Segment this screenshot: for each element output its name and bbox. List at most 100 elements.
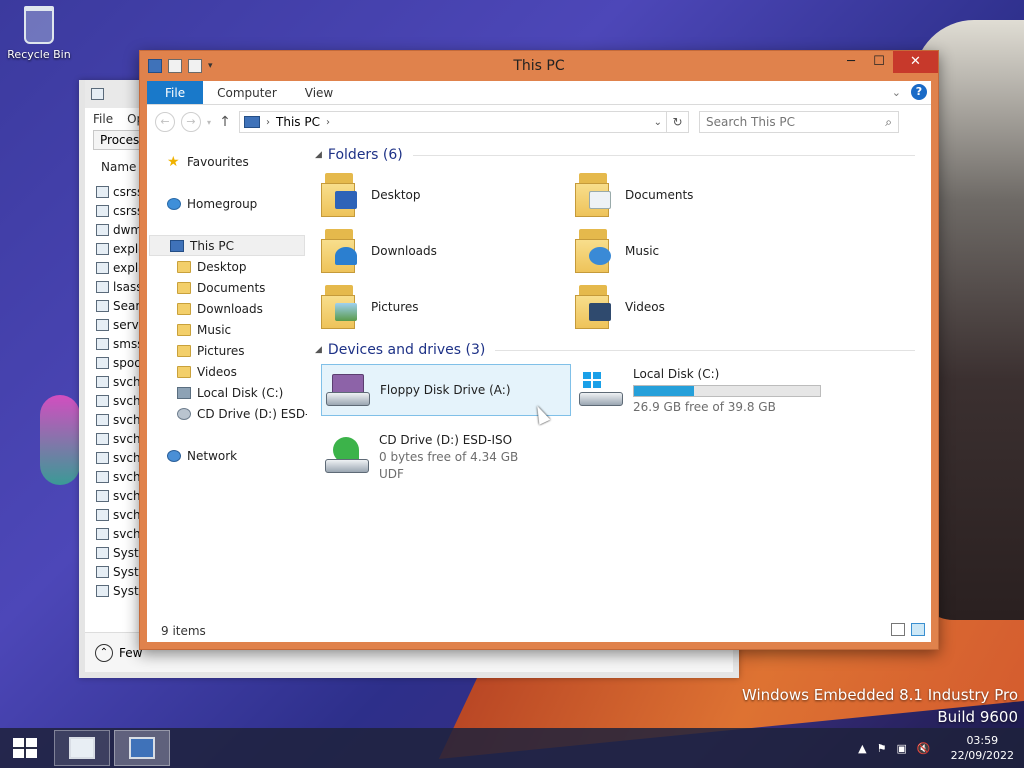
process-icon [96,508,109,521]
recycle-bin-icon [24,6,54,44]
folder-icon [177,365,191,378]
collapse-icon[interactable]: ⌃ [95,643,113,662]
nav-network[interactable]: Network [147,445,307,466]
folder-documents-label: Documents [625,188,694,202]
recent-locations-icon[interactable]: ▾ [207,118,211,127]
folder-documents[interactable]: Documents [569,169,819,221]
search-icon[interactable]: ⌕ [885,115,892,130]
address-dropdown-icon[interactable]: ⌄ [654,117,662,128]
start-button[interactable] [0,728,50,768]
nav-this-pc[interactable]: This PC [149,235,305,256]
process-icon [96,280,109,293]
qat-dropdown-icon[interactable]: ▾ [208,61,213,71]
nav-favourites[interactable]: ★ Favourites [147,151,307,172]
details-view-icon[interactable] [891,623,905,636]
taskbar: ▲ ⚑ ▣ 🔇 03:59 22/09/2022 [0,728,1024,768]
local-disk-icon [579,370,625,410]
drive-local-disk[interactable]: Local Disk (C:) 26.9 GB free of 39.8 GB [575,364,865,416]
nav-documents[interactable]: Documents [147,277,307,298]
folder-pictures[interactable]: Pictures [315,281,565,333]
music-folder-icon [575,229,615,273]
action-center-flag-icon[interactable]: ⚑ [877,742,887,755]
show-hidden-icons-icon[interactable]: ▲ [858,742,866,755]
search-box[interactable]: ⌕ [699,111,900,133]
explorer-window[interactable]: ▾ This PC ─ ☐ ✕ File Computer View ⌄ ? ←… [139,50,939,650]
nav-music[interactable]: Music [147,319,307,340]
close-button[interactable]: ✕ [893,51,938,73]
drive-cd[interactable]: CD Drive (D:) ESD-ISO 0 bytes free of 4.… [321,429,571,485]
local-disk-free-space: 26.9 GB free of 39.8 GB [633,399,776,414]
documents-folder-icon [575,173,615,217]
network-tray-icon[interactable]: ▣ [896,742,906,755]
properties-icon[interactable] [168,59,182,73]
clock[interactable]: 03:59 22/09/2022 [951,733,1014,763]
tab-file[interactable]: File [147,81,204,104]
folders-group-header[interactable]: ◢ Folders (6) [315,147,915,163]
desktop-folder-icon [321,173,361,217]
cd-drive-icon [325,437,371,477]
this-pc-window-icon[interactable] [148,59,162,73]
tiles-view-icon[interactable] [911,623,925,636]
address-path[interactable]: This PC [276,115,320,129]
drive-floppy-label: Floppy Disk Drive (A:) [380,383,511,397]
nav-downloads[interactable]: Downloads [147,298,307,319]
devices-group-header[interactable]: ◢ Devices and drives (3) [315,342,915,358]
nav-homegroup[interactable]: Homegroup [147,193,307,214]
downloads-folder-icon [321,229,361,273]
process-icon [96,584,109,597]
system-tray: ▲ ⚑ ▣ 🔇 03:59 22/09/2022 [858,728,1014,768]
address-sep-icon[interactable]: › [266,117,270,128]
search-input[interactable] [706,115,867,129]
recycle-bin-desktop-icon[interactable]: Recycle Bin [4,6,74,61]
nav-desktop[interactable]: Desktop [147,256,307,277]
nav-favourites-label: Favourites [187,154,249,169]
taskbar-task-manager[interactable] [54,730,110,766]
folder-music[interactable]: Music [569,225,819,277]
address-bar[interactable]: › This PC › ⌄ ↻ [239,111,690,133]
up-button[interactable]: ↑ [217,114,233,130]
address-pc-icon [244,116,261,128]
folder-desktop[interactable]: Desktop [315,169,565,221]
help-icon[interactable]: ? [911,84,927,100]
nav-cd-drive[interactable]: CD Drive (D:) ESD-IS [147,403,307,424]
network-icon [167,449,181,462]
explorer-titlebar[interactable]: ▾ This PC ─ ☐ ✕ [140,51,938,81]
folder-icon [177,281,191,294]
collapse-triangle-icon: ◢ [315,150,322,160]
window-controls: ─ ☐ ✕ [837,51,938,73]
process-icon [96,242,109,255]
nav-homegroup-label: Homegroup [187,196,258,211]
back-button[interactable]: ← [155,112,175,132]
nav-pictures[interactable]: Pictures [147,340,307,361]
homegroup-icon [167,197,181,210]
nav-videos[interactable]: Videos [147,361,307,382]
forward-button[interactable]: → [181,112,201,132]
nav-desktop-label: Desktop [197,259,247,274]
folder-downloads[interactable]: Downloads [315,225,565,277]
folder-videos[interactable]: Videos [569,281,819,333]
item-count: 9 items [161,624,206,638]
taskbar-explorer[interactable] [114,730,170,766]
folder-downloads-label: Downloads [371,244,437,258]
process-icon [96,546,109,559]
process-icon [96,470,109,483]
task-manager-menu-file[interactable]: File [93,112,113,126]
maximize-button[interactable]: ☐ [865,51,893,73]
tab-computer[interactable]: Computer [203,81,291,104]
expand-ribbon-icon[interactable]: ⌄ [892,86,901,99]
nav-videos-label: Videos [197,364,237,379]
process-icon [96,394,109,407]
floppy-drive-icon [326,370,372,410]
tab-view[interactable]: View [291,81,347,104]
refresh-button[interactable]: ↻ [666,112,688,132]
nav-local-disk-label: Local Disk (C:) [197,385,284,400]
nav-local-disk[interactable]: Local Disk (C:) [147,382,307,403]
minimize-button[interactable]: ─ [837,51,865,73]
drive-local-disk-label: Local Disk (C:) [633,366,720,381]
new-folder-icon[interactable] [188,59,202,73]
process-icon [96,185,109,198]
volume-muted-icon[interactable]: 🔇 [917,742,931,755]
address-path-sep[interactable]: › [326,117,330,128]
folder-icon [177,260,191,273]
local-disk-usage-bar [633,384,821,397]
